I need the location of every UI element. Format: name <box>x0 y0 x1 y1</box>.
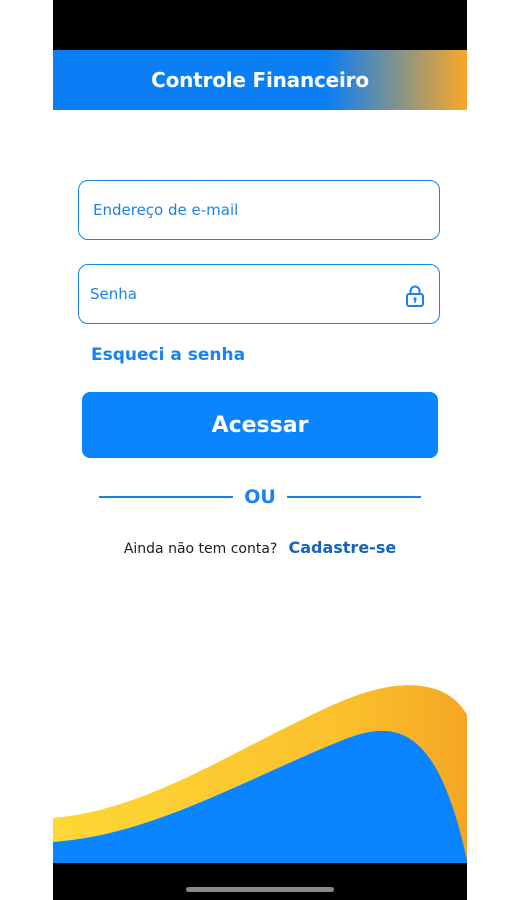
password-field[interactable] <box>78 264 440 324</box>
lock-icon[interactable] <box>405 284 425 308</box>
status-bar <box>53 0 467 50</box>
email-input[interactable] <box>93 181 393 239</box>
or-divider: OU <box>99 483 421 511</box>
password-input[interactable] <box>90 265 390 323</box>
signup-question: Ainda não tem conta? <box>123 541 278 557</box>
home-indicator[interactable] <box>186 887 334 892</box>
access-button[interactable]: Acessar <box>82 392 438 458</box>
app-header: Controle Financeiro <box>53 50 467 110</box>
phone-screen: Controle Financeiro Esqueci a senha Aces… <box>53 0 467 900</box>
email-field[interactable] <box>78 180 440 240</box>
forgot-password-link[interactable]: Esqueci a senha <box>91 345 245 365</box>
divider-line-right <box>287 496 421 498</box>
system-nav-bar <box>53 863 467 900</box>
decorative-wave <box>53 685 467 870</box>
page-title: Controle Financeiro <box>151 68 369 92</box>
signup-link[interactable]: Cadastre-se <box>288 538 396 557</box>
signup-row: Ainda não tem conta? Cadastre-se <box>53 537 467 560</box>
